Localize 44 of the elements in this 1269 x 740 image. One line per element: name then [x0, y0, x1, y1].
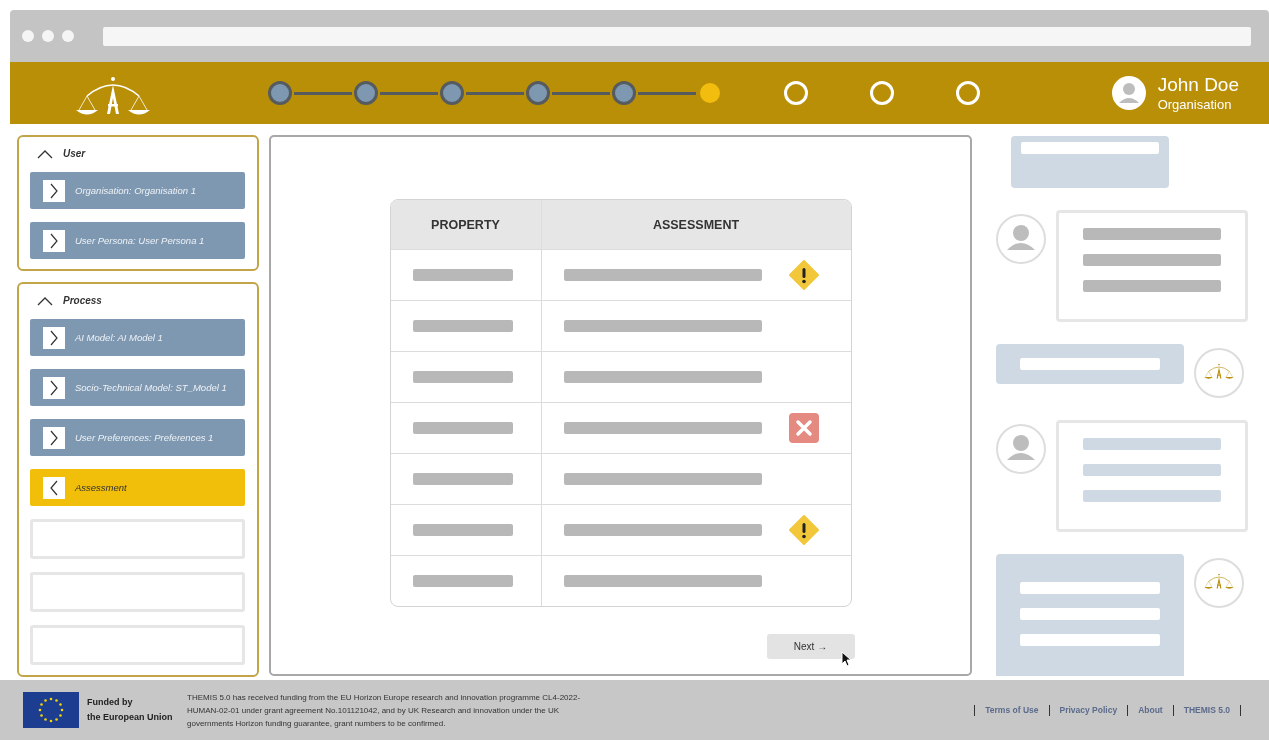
- progress-connector: [466, 91, 524, 95]
- progress-step[interactable]: [612, 81, 636, 105]
- progress-step[interactable]: [440, 81, 464, 105]
- progress-connector: [552, 91, 610, 95]
- sidebar-item[interactable]: AI Model: AI Model 1: [30, 319, 245, 356]
- progress-step[interactable]: [354, 81, 378, 105]
- chevron-right-icon: [43, 229, 65, 252]
- section-title[interactable]: Process: [63, 295, 102, 306]
- footer-link[interactable]: THEMIS 5.0: [1179, 705, 1234, 715]
- column-header: PROPERTY: [430, 216, 501, 234]
- chevron-right-icon: [43, 376, 65, 399]
- sidebar-item[interactable]: Organisation: Organisation 1: [30, 172, 245, 209]
- progress-step[interactable]: [268, 81, 292, 105]
- progress-connector: [380, 91, 438, 95]
- user-role: Organisation: [1157, 97, 1233, 112]
- chevron-right-icon: [43, 426, 65, 449]
- progress-connector: [294, 91, 352, 95]
- column-header: ASSESSMENT: [540, 200, 851, 249]
- footer-link[interactable]: Terms of Use: [981, 705, 1043, 715]
- sidebar-item[interactable]: Assessment: [30, 469, 245, 506]
- sidebar-item[interactable]: User Persona: User Persona 1: [30, 222, 245, 259]
- window-dot[interactable]: [42, 30, 54, 42]
- sidebar-item[interactable]: Socio-Technical Model: ST_Model 1: [30, 369, 245, 406]
- progress-step[interactable]: [700, 83, 720, 103]
- footer-link[interactable]: About: [1134, 705, 1167, 715]
- window-dot[interactable]: [62, 30, 74, 42]
- next-button[interactable]: Next →: [766, 634, 855, 659]
- funder-name: the European Union: [87, 711, 174, 724]
- mouse-cursor-icon: [840, 651, 851, 667]
- address-bar[interactable]: [103, 26, 1251, 46]
- sidebar-item[interactable]: User Preferences: Preferences 1: [30, 419, 245, 456]
- eu-flag-icon: [23, 692, 79, 728]
- funding-notice: THEMIS 5.0 has received funding from the EU Horizon Europe research and innovation programme CL4-2022-HUMAN-02-01 under grant agreement No.101121042, and by UK Research and innovation under the UK governments Horizon funding guarantee, grant numbers to be confirmed.: [187, 691, 582, 730]
- user-name: John Doe: [1157, 74, 1239, 96]
- progress-connector: [638, 91, 696, 95]
- avatar-icon: [1111, 76, 1146, 110]
- progress-step[interactable]: [526, 81, 550, 105]
- chevron-right-icon: [43, 326, 65, 349]
- chevron-left-icon: [43, 476, 65, 499]
- footer-link[interactable]: Privacy Policy: [1055, 705, 1122, 715]
- section-title[interactable]: User: [63, 148, 86, 159]
- chevron-right-icon: [43, 179, 65, 202]
- window-dot[interactable]: [22, 30, 34, 42]
- funded-label: Funded by: [87, 696, 134, 709]
